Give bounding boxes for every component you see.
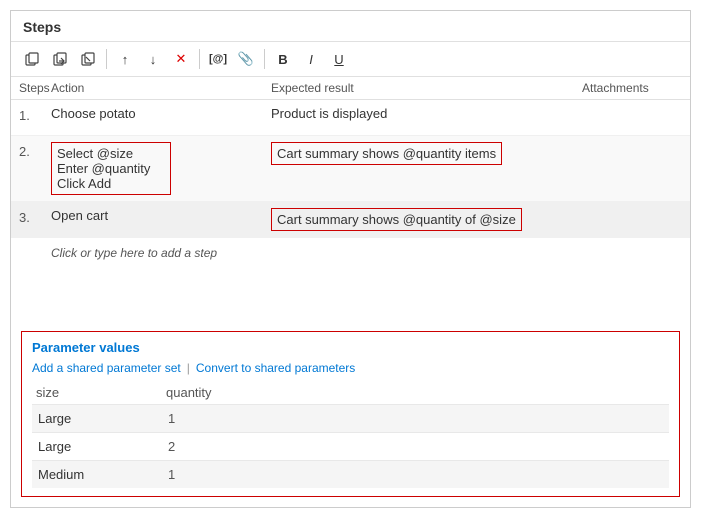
col-result: Expected result	[271, 81, 582, 95]
step-2-action[interactable]: Select @sizeEnter @quantityClick Add	[51, 142, 271, 195]
step-3-action[interactable]: Open cart	[51, 208, 271, 223]
move-down-button[interactable]: ↓	[140, 46, 166, 72]
param-row-3-quantity[interactable]: 1	[162, 463, 292, 486]
cut-icon[interactable]	[75, 46, 101, 72]
bold-button[interactable]: B	[270, 46, 296, 72]
param-col-quantity: quantity	[166, 385, 296, 400]
col-steps: Steps	[19, 81, 51, 95]
underline-button[interactable]: U	[326, 46, 352, 72]
toolbar: ↑ ↓ ✕ [@] 📎 B I U	[11, 42, 690, 77]
toolbar-separator-2	[199, 49, 200, 69]
toolbar-separator-3	[264, 49, 265, 69]
table-row: 3. Open cart Cart summary shows @quantit…	[11, 202, 690, 238]
step-3-result[interactable]: Cart summary shows @quantity of @size	[271, 208, 582, 231]
col-action: Action	[51, 81, 271, 95]
step-number-1: 1.	[19, 106, 51, 123]
add-step-text[interactable]: Click or type here to add a step	[51, 246, 217, 260]
insert-param-button[interactable]: [@]	[205, 46, 231, 72]
add-step-row[interactable]: Click or type here to add a step	[11, 238, 690, 266]
step-2-result[interactable]: Cart summary shows @quantity items	[271, 142, 582, 165]
toolbar-separator-1	[106, 49, 107, 69]
paste-with-arrow-icon[interactable]	[47, 46, 73, 72]
step-2-action-outlined[interactable]: Select @sizeEnter @quantityClick Add	[51, 142, 171, 195]
table-row: 2. Select @sizeEnter @quantityClick Add …	[11, 136, 690, 202]
param-row-1-size[interactable]: Large	[32, 407, 162, 430]
param-row-2-quantity[interactable]: 2	[162, 435, 292, 458]
italic-button[interactable]: I	[298, 46, 324, 72]
list-item: Medium 1	[32, 460, 669, 488]
section-title: Steps	[11, 11, 690, 42]
convert-to-shared-link[interactable]: Convert to shared parameters	[196, 361, 355, 375]
add-shared-param-link[interactable]: Add a shared parameter set	[32, 361, 181, 375]
step-2-result-outlined[interactable]: Cart summary shows @quantity items	[271, 142, 502, 165]
col-attachments: Attachments	[582, 81, 682, 95]
step-number-3: 3.	[19, 208, 51, 225]
param-col-size: size	[36, 385, 166, 400]
step-number-2: 2.	[19, 142, 51, 159]
list-item: Large 2	[32, 432, 669, 460]
delete-button[interactable]: ✕	[168, 46, 194, 72]
step-3-result-outlined[interactable]: Cart summary shows @quantity of @size	[271, 208, 522, 231]
param-row-2-size[interactable]: Large	[32, 435, 162, 458]
param-row-3-size[interactable]: Medium	[32, 463, 162, 486]
step-1-action[interactable]: Choose potato	[51, 106, 271, 121]
param-row-1-quantity[interactable]: 1	[162, 407, 292, 430]
steps-table-header: Steps Action Expected result Attachments	[11, 77, 690, 100]
param-links: Add a shared parameter set | Convert to …	[32, 361, 669, 375]
parameter-values-section: Parameter values Add a shared parameter …	[21, 331, 680, 497]
param-table-header: size quantity	[32, 383, 669, 402]
table-row: 1. Choose potato Product is displayed	[11, 100, 690, 136]
step-1-result[interactable]: Product is displayed	[271, 106, 582, 121]
attach-button[interactable]: 📎	[233, 46, 259, 72]
list-item: Large 1	[32, 404, 669, 432]
steps-table: 1. Choose potato Product is displayed 2.…	[11, 100, 690, 323]
copy-icon[interactable]	[19, 46, 45, 72]
move-up-button[interactable]: ↑	[112, 46, 138, 72]
param-section-title: Parameter values	[32, 340, 669, 355]
param-link-divider: |	[187, 361, 190, 375]
